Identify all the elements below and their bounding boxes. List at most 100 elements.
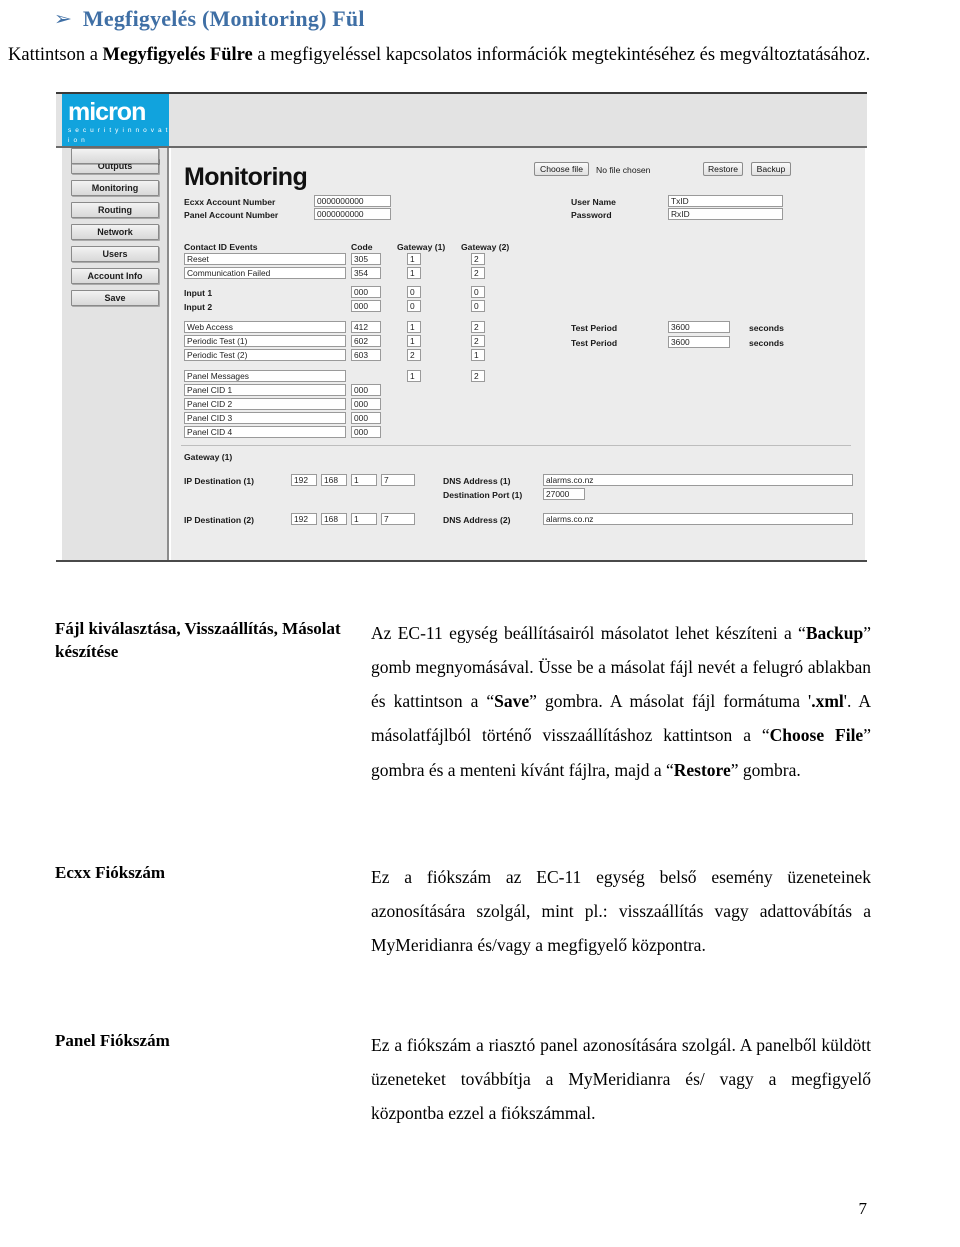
ip-destination-1-label: IP Destination (1) xyxy=(184,476,255,486)
panel-account-number-label: Panel Account Number xyxy=(184,210,279,220)
event-name-input[interactable]: Periodic Test (1) xyxy=(184,335,346,347)
event-gateway1-input[interactable]: 1 xyxy=(407,253,421,265)
monitoring-panel: Monitoring Choose file No file chosen Re… xyxy=(171,148,865,560)
test-period-1-input[interactable]: 3600 xyxy=(668,321,730,333)
input-1-gateway1-input[interactable]: 0 xyxy=(407,286,421,298)
sidebar-item-save[interactable]: Save xyxy=(71,290,159,306)
arrow-bullet-icon: ➢ xyxy=(53,8,73,30)
backup-button[interactable]: Backup xyxy=(751,162,791,176)
choose-file-button[interactable]: Choose file xyxy=(534,162,589,176)
user-name-label: User Name xyxy=(571,197,616,207)
panel-messages-input[interactable]: Panel Messages xyxy=(184,370,346,382)
event-code-input[interactable]: 412 xyxy=(351,321,381,333)
test-period-2-label: Test Period xyxy=(571,338,618,348)
intro-part-1: Kattintson a xyxy=(8,45,103,65)
page-number: 7 xyxy=(858,1199,868,1218)
event-gateway1-input[interactable]: 1 xyxy=(407,335,421,347)
ip-destination-1-octet-2[interactable]: 168 xyxy=(321,474,347,486)
sidebar-item-routing[interactable]: Routing xyxy=(71,202,159,218)
destination-port-1-input[interactable]: 27000 xyxy=(543,488,585,500)
test-period-1-label: Test Period xyxy=(571,323,618,333)
sidebar-item-network[interactable]: Network xyxy=(71,224,159,240)
micron-logo: micron s e c u r i t y i n n o v a t i o… xyxy=(62,94,169,146)
restore-button[interactable]: Restore xyxy=(703,162,743,176)
body-panel-account: Ez a fiókszám a riasztó panel azonosítás… xyxy=(371,1035,871,1124)
event-name-input[interactable]: Web Access xyxy=(184,321,346,333)
input-1-code-input[interactable]: 000 xyxy=(351,286,381,298)
panel-cid-3-code-input[interactable]: 000 xyxy=(351,412,381,424)
page-title: Megfigyelés (Monitoring) Fül xyxy=(82,6,365,31)
term-panel-account: Panel Fiókszám xyxy=(55,1031,170,1050)
app-topbar: micron s e c u r i t y i n n o v a t i o… xyxy=(56,92,867,148)
embedded-browser-screenshot: micron s e c u r i t y i n n o v a t i o… xyxy=(56,92,867,562)
app-body: Outputs Monitoring Routing Network Users… xyxy=(56,148,867,560)
gateway-section-title: Gateway (1) xyxy=(184,452,233,462)
body-file-backup: Az EC-11 egység beállításairól másolatot… xyxy=(371,623,872,780)
event-code-input[interactable]: 354 xyxy=(351,267,381,279)
ip-destination-1-octet-4[interactable]: 7 xyxy=(381,474,415,486)
intro-part-2: a megfigyeléssel kapcsolatos információk… xyxy=(252,45,871,65)
term-ecxx-account: Ecxx Fiókszám xyxy=(55,863,166,882)
intro-paragraph: Kattintson a Megyfigyelés Fülre a megfig… xyxy=(8,44,952,66)
sidebar-item-account-info[interactable]: Account Info xyxy=(71,268,159,284)
event-gateway2-input[interactable]: 2 xyxy=(471,321,485,333)
dns-address-1-input[interactable]: alarms.co.nz xyxy=(543,474,853,486)
event-name-input[interactable]: Communication Failed xyxy=(184,267,346,279)
input-2-code-input[interactable]: 000 xyxy=(351,300,381,312)
password-label: Password xyxy=(571,210,612,220)
panel-messages-gateway2-input[interactable]: 2 xyxy=(471,370,485,382)
sidebar-nav: Outputs Monitoring Routing Network Users… xyxy=(62,148,169,560)
ip-destination-2-octet-4[interactable]: 7 xyxy=(381,513,415,525)
test-period-1-unit: seconds xyxy=(749,323,784,333)
test-period-2-input[interactable]: 3600 xyxy=(668,336,730,348)
dns-address-2-label: DNS Address (2) xyxy=(443,515,511,525)
panel-cid-3-input[interactable]: Panel CID 3 xyxy=(184,412,346,424)
event-gateway2-input[interactable]: 2 xyxy=(471,253,485,265)
contact-id-events-header: Contact ID Events xyxy=(184,242,258,252)
ecxx-account-number-label: Ecxx Account Number xyxy=(184,197,276,207)
input-1-gateway2-input[interactable]: 0 xyxy=(471,286,485,298)
panel-cid-4-input[interactable]: Panel CID 4 xyxy=(184,426,346,438)
event-gateway2-input[interactable]: 2 xyxy=(471,335,485,347)
dns-address-2-input[interactable]: alarms.co.nz xyxy=(543,513,853,525)
event-gateway1-input[interactable]: 2 xyxy=(407,349,421,361)
no-file-chosen-label: No file chosen xyxy=(596,165,651,175)
input-2-gateway1-input[interactable]: 0 xyxy=(407,300,421,312)
password-input[interactable]: RxID xyxy=(668,208,783,220)
sidebar-item-monitoring[interactable]: Monitoring xyxy=(71,180,159,196)
test-period-2-unit: seconds xyxy=(749,338,784,348)
event-name-input[interactable]: Reset xyxy=(184,253,346,265)
ecxx-account-number-input[interactable]: 0000000000 xyxy=(314,195,391,207)
gateway-1-header: Gateway (1) xyxy=(397,242,446,252)
ip-destination-2-octet-1[interactable]: 192 xyxy=(291,513,317,525)
sidebar-item-users[interactable]: Users xyxy=(71,246,159,262)
term-file-backup: Fájl kiválasztása, Visszaállítás, Másola… xyxy=(55,619,341,661)
ip-destination-2-octet-2[interactable]: 168 xyxy=(321,513,347,525)
panel-account-number-input[interactable]: 0000000000 xyxy=(314,208,391,220)
event-gateway2-input[interactable]: 2 xyxy=(471,267,485,279)
input-2-gateway2-input[interactable]: 0 xyxy=(471,300,485,312)
destination-port-1-label: Destination Port (1) xyxy=(443,490,523,500)
ip-destination-1-octet-3[interactable]: 1 xyxy=(351,474,377,486)
event-gateway1-input[interactable]: 1 xyxy=(407,321,421,333)
panel-cid-1-input[interactable]: Panel CID 1 xyxy=(184,384,346,396)
body-ecxx-account: Ez a fiókszám az EC-11 egység belső esem… xyxy=(371,867,871,956)
page-heading: ➢ Megfigyelés (Monitoring) Fül xyxy=(53,6,365,32)
panel-cid-4-code-input[interactable]: 000 xyxy=(351,426,381,438)
event-gateway2-input[interactable]: 1 xyxy=(471,349,485,361)
logo-tagline: s e c u r i t y i n n o v a t i o n xyxy=(68,127,169,144)
ip-destination-2-label: IP Destination (2) xyxy=(184,515,255,525)
input-1-label: Input 1 xyxy=(184,288,213,298)
event-gateway1-input[interactable]: 1 xyxy=(407,267,421,279)
panel-cid-1-code-input[interactable]: 000 xyxy=(351,384,381,396)
event-code-input[interactable]: 603 xyxy=(351,349,381,361)
panel-cid-2-code-input[interactable]: 000 xyxy=(351,398,381,410)
event-code-input[interactable]: 305 xyxy=(351,253,381,265)
user-name-input[interactable]: TxID xyxy=(668,195,783,207)
ip-destination-1-octet-1[interactable]: 192 xyxy=(291,474,317,486)
panel-messages-gateway1-input[interactable]: 1 xyxy=(407,370,421,382)
ip-destination-2-octet-3[interactable]: 1 xyxy=(351,513,377,525)
event-code-input[interactable]: 602 xyxy=(351,335,381,347)
panel-cid-2-input[interactable]: Panel CID 2 xyxy=(184,398,346,410)
event-name-input[interactable]: Periodic Test (2) xyxy=(184,349,346,361)
